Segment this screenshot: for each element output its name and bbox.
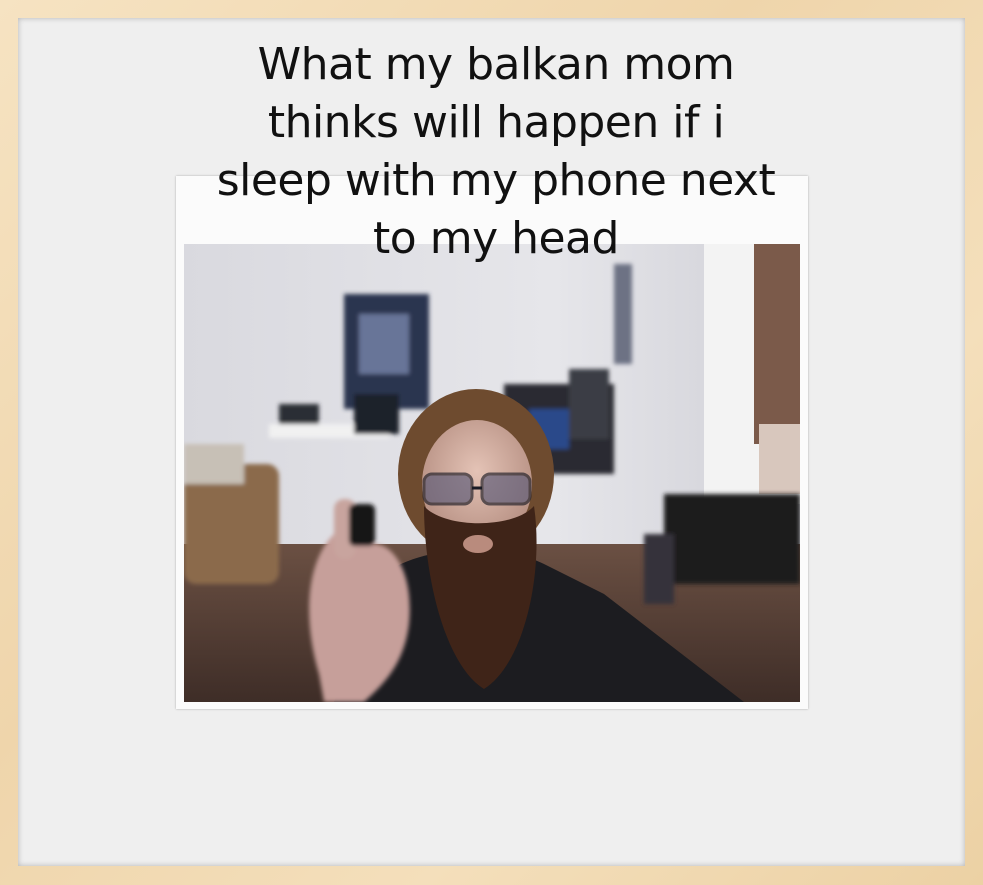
room-scene-illustration bbox=[184, 244, 800, 702]
meme-caption: What my balkan mom thinks will happen if… bbox=[216, 39, 776, 264]
meme-photo bbox=[184, 244, 800, 702]
